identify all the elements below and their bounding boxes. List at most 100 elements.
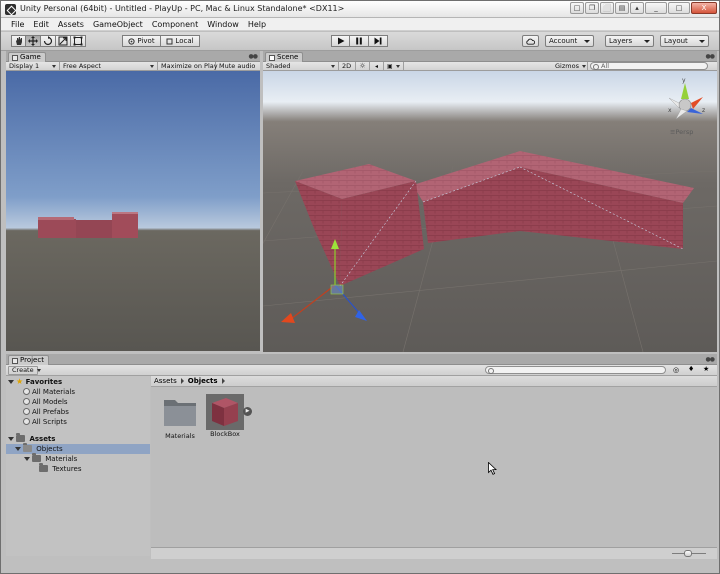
- play-button[interactable]: [331, 35, 350, 47]
- favorite-all-prefabs[interactable]: All Prefabs: [6, 407, 150, 417]
- game-block: [112, 213, 138, 238]
- assets-header[interactable]: Assets: [6, 433, 150, 444]
- 2d-toggle[interactable]: 2D: [339, 62, 356, 70]
- expand-arrow-icon[interactable]: [8, 380, 14, 384]
- menu-component[interactable]: Component: [148, 18, 203, 30]
- pivot-toggle[interactable]: Pivot: [122, 35, 161, 47]
- shading-dropdown[interactable]: Shaded: [263, 62, 339, 70]
- cloud-icon: [526, 38, 535, 45]
- panel-menu-icon[interactable]: ●●: [706, 356, 716, 363]
- maximize-button[interactable]: □: [668, 2, 690, 14]
- breadcrumb: Assets Objects: [151, 376, 717, 387]
- orientation-gizmo[interactable]: [668, 83, 703, 120]
- mouse-cursor-icon: [488, 462, 497, 475]
- panel-menu-icon[interactable]: ●●: [249, 53, 259, 60]
- chevron-down-icon: [150, 64, 154, 68]
- expand-prefab-icon[interactable]: ▶: [243, 407, 252, 416]
- tree-item-materials[interactable]: Materials: [6, 453, 150, 464]
- window-extra-icon-2[interactable]: ❐: [585, 2, 599, 14]
- window-extra-icon-1[interactable]: □: [570, 2, 584, 14]
- panel-menu-icon[interactable]: ●●: [706, 53, 716, 60]
- scene-viewport[interactable]: y x z ≡Persp: [263, 71, 717, 352]
- tab-game[interactable]: Game: [8, 52, 46, 62]
- favorite-all-models[interactable]: All Models: [6, 397, 150, 407]
- expand-arrow-icon[interactable]: [8, 437, 14, 441]
- expand-arrow-icon[interactable]: [15, 447, 21, 451]
- step-button[interactable]: [369, 35, 388, 47]
- layers-group: Layers: [605, 35, 654, 47]
- layout-dropdown[interactable]: Layout: [660, 35, 709, 47]
- pause-button[interactable]: [350, 35, 369, 47]
- menu-gameobject[interactable]: GameObject: [89, 18, 148, 30]
- tab-project[interactable]: Project: [8, 355, 49, 365]
- playback-controls: [331, 35, 388, 47]
- menu-assets[interactable]: Assets: [54, 18, 89, 30]
- gizmo-plane-handle: [330, 284, 344, 295]
- display-dropdown[interactable]: Display 1: [6, 62, 60, 70]
- cloud-button[interactable]: [522, 35, 539, 47]
- transform-tools: [11, 35, 86, 47]
- favorites-header[interactable]: ★ Favorites: [6, 377, 150, 387]
- menu-window[interactable]: Window: [203, 18, 244, 30]
- scale-tool-button[interactable]: [56, 35, 71, 47]
- maximize-on-play-toggle[interactable]: Maximize on Play: [158, 62, 218, 70]
- chevron-down-icon: [36, 369, 41, 372]
- minimize-button[interactable]: _: [645, 2, 667, 14]
- menu-file[interactable]: File: [7, 18, 29, 30]
- main-toolbar: Pivot Local Account Layers Layout: [1, 32, 719, 51]
- unity-logo-icon: [5, 4, 16, 15]
- project-search-input[interactable]: [485, 366, 666, 374]
- rect-tool-button[interactable]: [71, 35, 86, 47]
- breadcrumb-assets[interactable]: Assets: [154, 376, 177, 386]
- audio-toggle[interactable]: ◂: [370, 62, 384, 70]
- tree-item-textures[interactable]: Textures: [6, 463, 150, 474]
- window-extra-icon-4[interactable]: ▤: [615, 2, 629, 14]
- rotate-tool-button[interactable]: [41, 35, 56, 47]
- lighting-toggle[interactable]: ☼: [356, 62, 370, 70]
- projection-label[interactable]: ≡Persp: [670, 128, 693, 136]
- menu-edit[interactable]: Edit: [29, 18, 54, 30]
- filter-by-label-icon[interactable]: ♦: [688, 365, 694, 373]
- gizmo-z-arrow: [355, 310, 367, 321]
- scene-options-bar: Shaded 2D ☼ ◂ ▣ Gizmos All: [263, 62, 717, 71]
- gizmos-label: Gizmos: [555, 61, 579, 70]
- effects-dropdown[interactable]: ▣: [384, 62, 404, 70]
- favorite-star-icon[interactable]: ★: [703, 365, 709, 373]
- asset-materials-folder[interactable]: Materials: [160, 394, 200, 440]
- title-bar[interactable]: Unity Personal (64bit) - Untitled - Play…: [1, 1, 719, 18]
- create-dropdown[interactable]: Create: [8, 366, 41, 375]
- aspect-dropdown[interactable]: Free Aspect: [60, 62, 158, 70]
- project-tabstrip: Project ●●: [6, 354, 717, 365]
- close-button[interactable]: X: [691, 2, 717, 14]
- layers-dropdown[interactable]: Layers: [605, 35, 654, 47]
- scene-tabstrip: Scene ●●: [263, 51, 717, 62]
- breadcrumb-objects[interactable]: Objects: [188, 376, 218, 386]
- project-tab-label: Project: [20, 356, 44, 364]
- chevron-down-icon: [581, 64, 586, 68]
- game-viewport[interactable]: [6, 71, 260, 351]
- local-toggle[interactable]: Local: [161, 35, 200, 47]
- menu-help[interactable]: Help: [244, 18, 271, 30]
- gizmos-dropdown[interactable]: Gizmos: [552, 62, 588, 70]
- mute-audio-toggle[interactable]: Mute audio: [216, 62, 260, 70]
- project-toolbar: Create ◎ ♦ ★: [6, 365, 717, 376]
- favorite-all-scripts[interactable]: All Scripts: [6, 417, 150, 427]
- tree-item-objects[interactable]: Objects: [6, 443, 150, 454]
- scene-search-input[interactable]: All: [590, 62, 708, 70]
- asset-blockbox-prefab[interactable]: ▶ BlockBox: [205, 394, 252, 438]
- window-extra-icon-3[interactable]: ⬜: [600, 2, 614, 14]
- move-tool-button[interactable]: [26, 35, 41, 47]
- slider-thumb[interactable]: [684, 550, 692, 557]
- window-extra-icon-5[interactable]: ▴: [630, 2, 644, 14]
- favorite-all-materials[interactable]: All Materials: [6, 387, 150, 397]
- expand-arrow-icon[interactable]: [24, 457, 30, 461]
- folder-icon: [164, 400, 196, 426]
- local-label: Local: [175, 37, 194, 45]
- rect-tool-icon: [73, 36, 83, 46]
- filter-by-type-icon[interactable]: ◎: [673, 366, 679, 374]
- tab-scene[interactable]: Scene: [265, 52, 304, 62]
- scene-search-wrap: All: [588, 62, 712, 70]
- hand-tool-button[interactable]: [11, 35, 26, 47]
- account-dropdown[interactable]: Account: [545, 35, 594, 47]
- account-label: Account: [549, 37, 578, 45]
